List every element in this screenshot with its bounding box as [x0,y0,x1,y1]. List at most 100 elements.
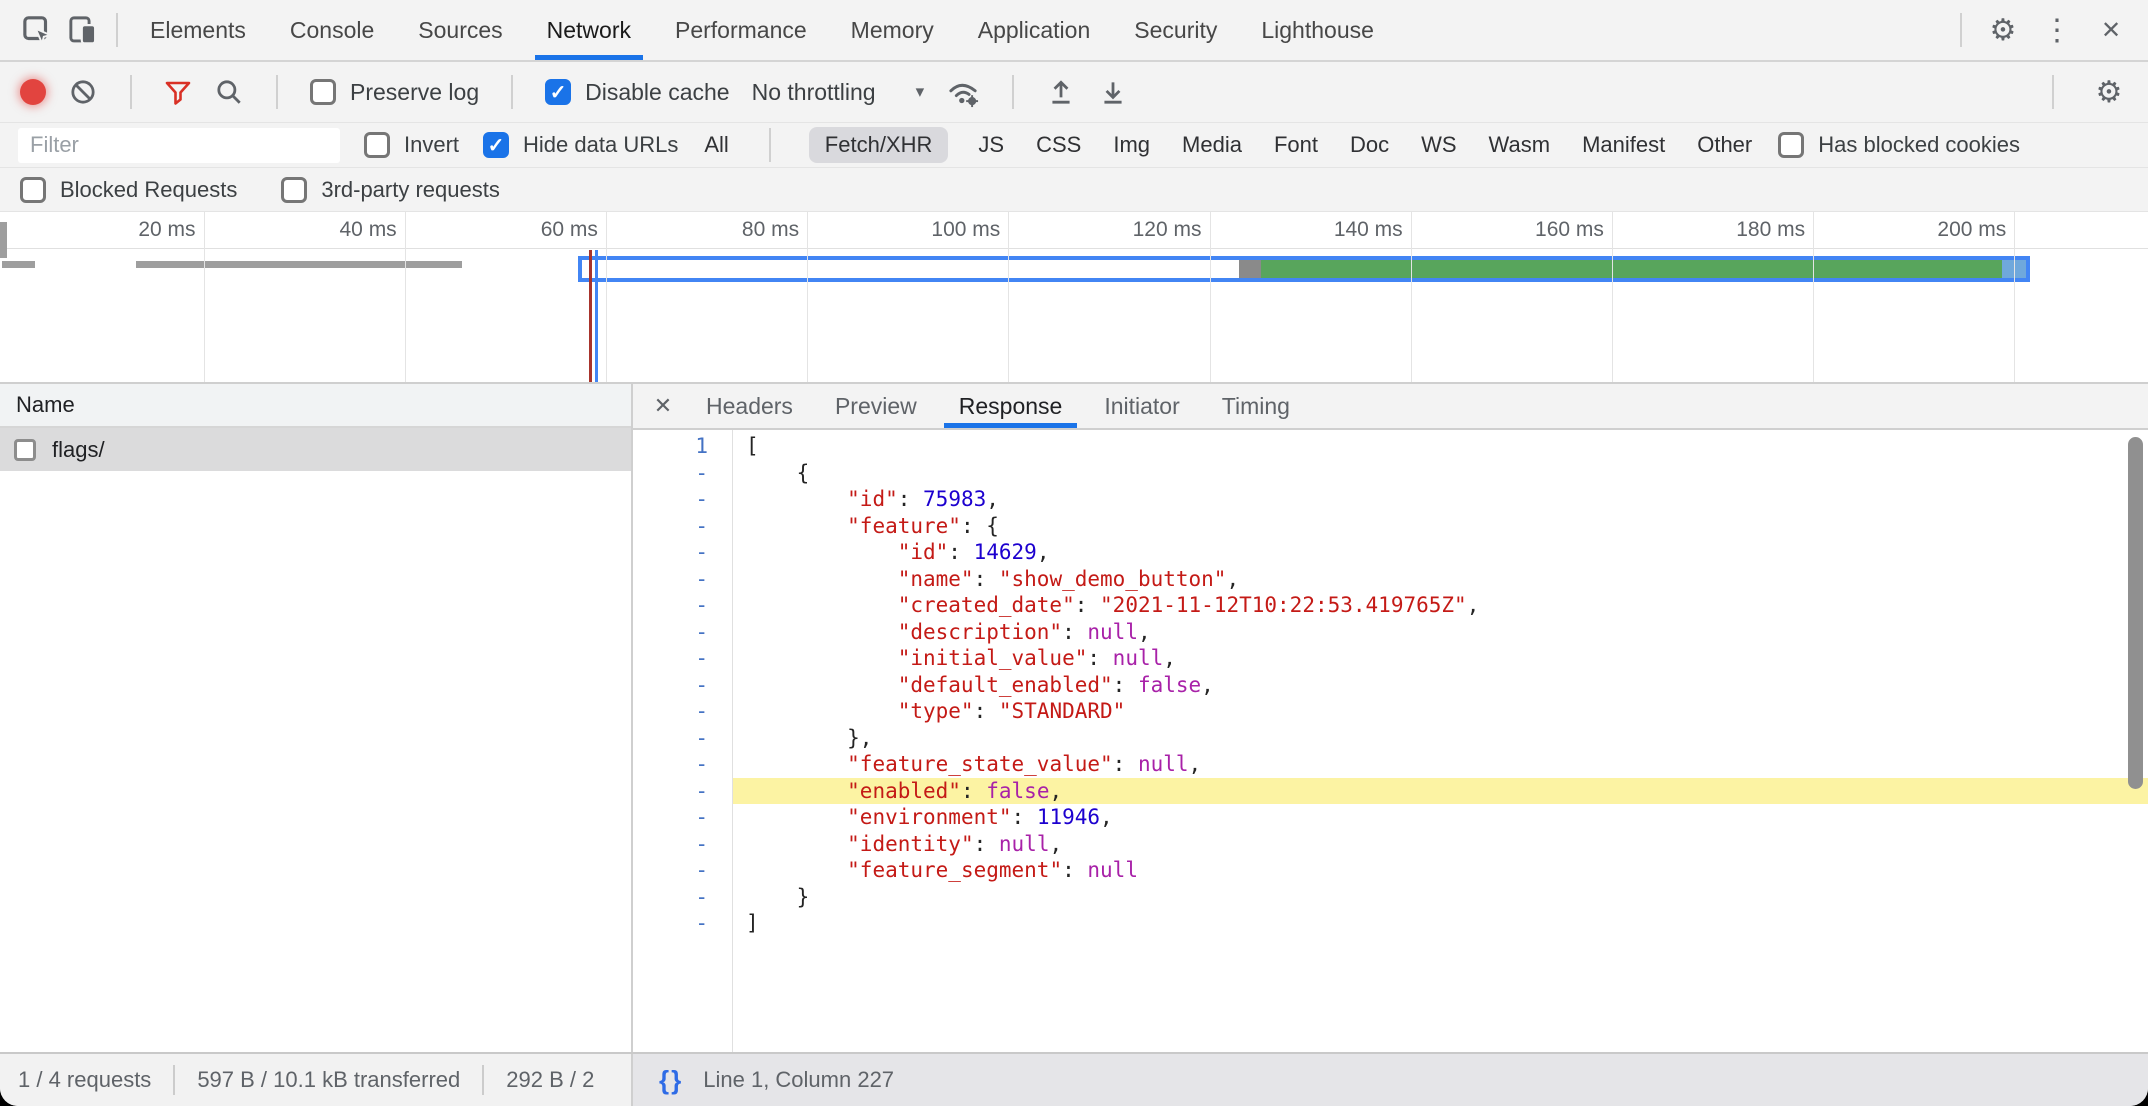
request-row-flags[interactable]: flags/ [0,428,631,471]
clear-network-log-icon[interactable] [68,77,98,107]
filter-type-js[interactable]: JS [976,127,1006,163]
filter-type-doc[interactable]: Doc [1348,127,1391,163]
vertical-scrollbar[interactable] [2128,437,2143,789]
more-options-icon[interactable]: ⋮ [2034,7,2080,53]
name-column-header[interactable]: Name [0,384,631,428]
tab-security[interactable]: Security [1112,0,1239,60]
filter-type-wasm[interactable]: Wasm [1487,127,1553,163]
detail-tab-response[interactable]: Response [938,384,1084,428]
divider [130,75,132,109]
disable-cache-checkbox[interactable] [545,79,571,105]
import-har-icon[interactable] [1046,77,1076,107]
has-blocked-cookies-control[interactable]: Has blocked cookies [1778,132,2020,158]
blocked-requests-label: Blocked Requests [60,177,237,203]
tab-network[interactable]: Network [525,0,653,60]
export-har-icon[interactable] [1098,77,1128,107]
third-party-requests-checkbox[interactable] [281,177,307,203]
tab-application[interactable]: Application [956,0,1113,60]
fold-marker[interactable]: - [633,831,732,858]
fold-marker[interactable]: - [633,592,732,619]
timeline-marker-blue [595,250,598,382]
fold-marker[interactable]: - [633,857,732,884]
timeline-tick-label: 60 ms [448,218,598,242]
inspect-element-icon[interactable] [14,7,60,53]
status-item: 597 B / 10.1 kB transferred [197,1067,460,1093]
fold-marker[interactable]: - [633,672,732,699]
code-line: - "environment": 11946, [633,804,2148,831]
filter-type-other[interactable]: Other [1695,127,1754,163]
detail-tab-headers[interactable]: Headers [685,384,814,428]
close-devtools-icon[interactable]: ✕ [2088,7,2134,53]
code-text: "description": null, [732,619,2148,646]
fold-marker[interactable]: - [633,804,732,831]
invert-control[interactable]: Invert [364,132,459,158]
tab-console[interactable]: Console [268,0,396,60]
waterfall-bar-gray [136,261,462,268]
device-toolbar-icon[interactable] [60,7,106,53]
fold-marker[interactable]: - [633,910,732,937]
code-text: "type": "STANDARD" [732,698,2148,725]
has-blocked-cookies-checkbox[interactable] [1778,132,1804,158]
code-line: - "name": "show_demo_button", [633,566,2148,593]
tab-elements[interactable]: Elements [128,0,268,60]
filter-type-font[interactable]: Font [1272,127,1320,163]
settings-gear-icon[interactable]: ⚙ [1980,7,2026,53]
code-line: - "created_date": "2021-11-12T10:22:53.4… [633,592,2148,619]
fold-marker[interactable]: - [633,539,732,566]
fold-marker[interactable]: - [633,778,732,805]
fold-marker[interactable]: - [633,513,732,540]
divider [1960,13,1962,47]
blocked-requests-checkbox[interactable] [20,177,46,203]
timeline-gridline [1210,212,1211,382]
fold-marker[interactable]: - [633,725,732,752]
search-icon[interactable] [214,77,244,107]
code-line: - "feature_state_value": null, [633,751,2148,778]
filter-funnel-icon[interactable] [164,78,192,106]
timeline-gridline [1612,212,1613,382]
disable-cache-label: Disable cache [585,79,729,106]
filter-type-img[interactable]: Img [1111,127,1152,163]
filter-type-fetchxhr[interactable]: Fetch/XHR [809,127,949,163]
invert-checkbox[interactable] [364,132,390,158]
fold-marker[interactable]: - [633,645,732,672]
filter-input[interactable] [18,128,340,163]
waterfall-bar-gray [2,261,35,268]
preserve-log-checkbox[interactable] [310,79,336,105]
filter-type-all[interactable]: All [702,127,730,163]
timeline-overview[interactable]: 20 ms40 ms60 ms80 ms100 ms120 ms140 ms16… [0,212,2148,384]
detail-tab-initiator[interactable]: Initiator [1083,384,1200,428]
divider [482,1065,484,1095]
filter-type-media[interactable]: Media [1180,127,1244,163]
name-header-label: Name [16,392,75,418]
fold-marker[interactable]: - [633,698,732,725]
tab-performance[interactable]: Performance [653,0,829,60]
fold-marker[interactable]: - [633,460,732,487]
disable-cache-control[interactable]: Disable cache [545,79,729,106]
filter-type-css[interactable]: CSS [1034,127,1083,163]
tab-memory[interactable]: Memory [829,0,956,60]
preserve-log-control[interactable]: Preserve log [310,79,479,106]
detail-tab-preview[interactable]: Preview [814,384,938,428]
throttling-dropdown[interactable]: No throttling ▾ [752,79,925,106]
detail-pane: ✕ HeadersPreviewResponseInitiatorTiming … [633,384,2148,1052]
third-party-requests-control[interactable]: 3rd-party requests [281,177,500,203]
blocked-requests-control[interactable]: Blocked Requests [20,177,237,203]
close-detail-icon[interactable]: ✕ [641,384,685,428]
filter-type-ws[interactable]: WS [1419,127,1458,163]
fold-marker[interactable]: - [633,619,732,646]
code-line: - }, [633,725,2148,752]
record-network-log-button[interactable] [20,79,46,105]
network-conditions-icon[interactable] [946,75,980,109]
fold-marker[interactable]: - [633,884,732,911]
hide-data-urls-checkbox[interactable] [483,132,509,158]
detail-tab-timing[interactable]: Timing [1201,384,1311,428]
filter-type-manifest[interactable]: Manifest [1580,127,1667,163]
request-row-checkbox[interactable] [14,439,36,461]
hide-data-urls-control[interactable]: Hide data URLs [483,132,678,158]
tab-sources[interactable]: Sources [396,0,524,60]
fold-marker[interactable]: - [633,566,732,593]
fold-marker[interactable]: - [633,486,732,513]
fold-marker[interactable]: - [633,751,732,778]
tab-lighthouse[interactable]: Lighthouse [1239,0,1396,60]
network-settings-gear-icon[interactable]: ⚙ [2086,69,2132,115]
